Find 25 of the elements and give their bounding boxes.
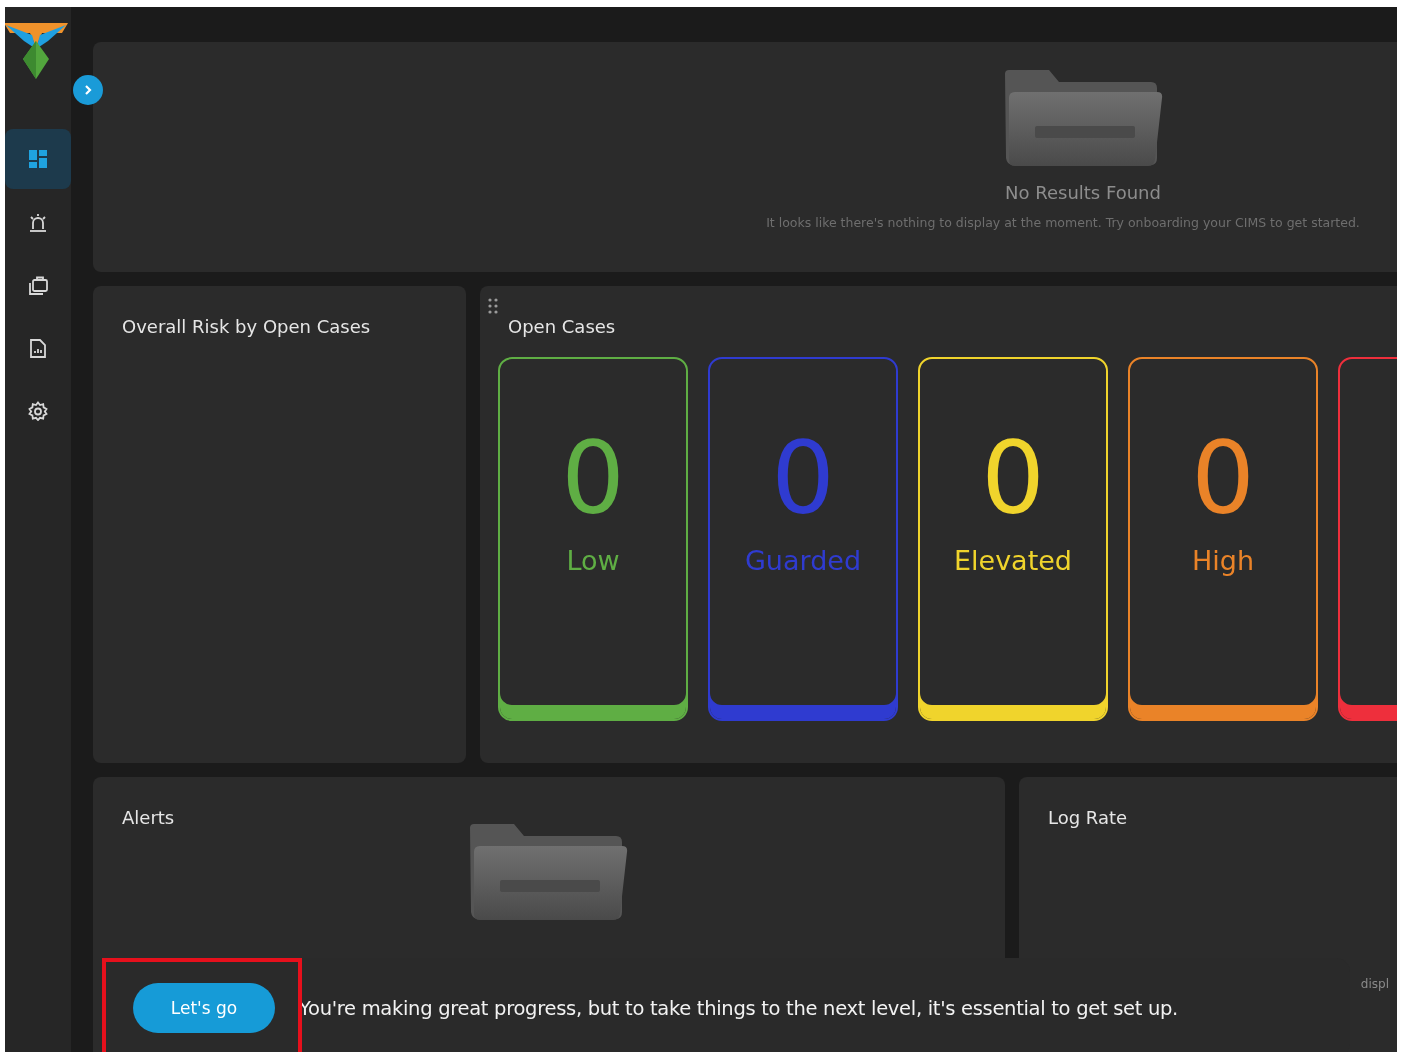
risk-label: Guarded	[744, 545, 862, 576]
nav-item[interactable]	[5, 129, 71, 189]
panel-title: Alerts	[122, 807, 175, 828]
case-count: 0	[561, 429, 625, 529]
empty-state-title: No Results Found	[1005, 182, 1161, 203]
drag-handle-icon[interactable]	[488, 298, 498, 314]
document-icon	[28, 338, 48, 358]
banner-message: You're making great progress, but to take things to the next level, it's essential to get set up.	[299, 996, 1178, 1020]
expand-button[interactable]	[73, 75, 103, 105]
panel-title: Open Cases	[508, 316, 616, 337]
settings-icon	[28, 401, 48, 421]
risk-label: Elevated	[953, 545, 1072, 576]
risk-label: High	[1191, 545, 1255, 576]
alarm-icon	[28, 212, 48, 232]
risk-label: Low	[566, 545, 620, 576]
dashboard-icon	[28, 149, 48, 169]
panel-title: Overall Risk by Open Cases	[122, 316, 371, 337]
lets-go-button[interactable]: Let's go	[133, 983, 275, 1033]
panel-title: Log Rate	[1048, 807, 1128, 828]
case-count: 0	[1191, 429, 1255, 529]
briefcase-stack-icon	[28, 275, 48, 295]
case-count: 0	[981, 429, 1045, 529]
case-count: 0	[771, 429, 835, 529]
empty-state-message: displ	[1360, 977, 1389, 991]
empty-state-message: It looks like there's nothing to display at the moment. Try onboarding your CIMS to get started.	[766, 215, 1360, 230]
